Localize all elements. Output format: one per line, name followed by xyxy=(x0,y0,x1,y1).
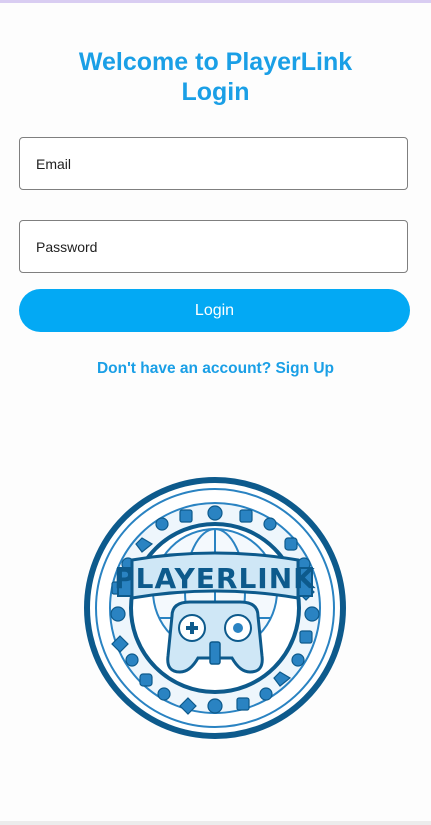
title-line-2: Login xyxy=(181,78,250,106)
top-accent-strip xyxy=(0,0,431,3)
password-field[interactable] xyxy=(19,220,408,273)
password-input[interactable] xyxy=(20,221,407,272)
login-button[interactable]: Login xyxy=(19,289,410,332)
email-field[interactable] xyxy=(19,137,408,190)
svg-text:PLAYERLINK: PLAYERLINK xyxy=(114,562,316,595)
signup-link[interactable]: Don't have an account? Sign Up xyxy=(0,360,431,378)
title-line-1: Welcome to PlayerLink xyxy=(78,48,353,76)
logo-banner: PLAYERLINK xyxy=(114,551,316,600)
playerlink-logo: PLAYERLINK xyxy=(84,477,346,739)
bottom-navigation-strip xyxy=(0,821,431,825)
logo-controller-icon xyxy=(166,600,264,674)
page-title: Welcome to PlayerLink Login xyxy=(0,47,431,107)
email-input[interactable] xyxy=(20,138,407,189)
